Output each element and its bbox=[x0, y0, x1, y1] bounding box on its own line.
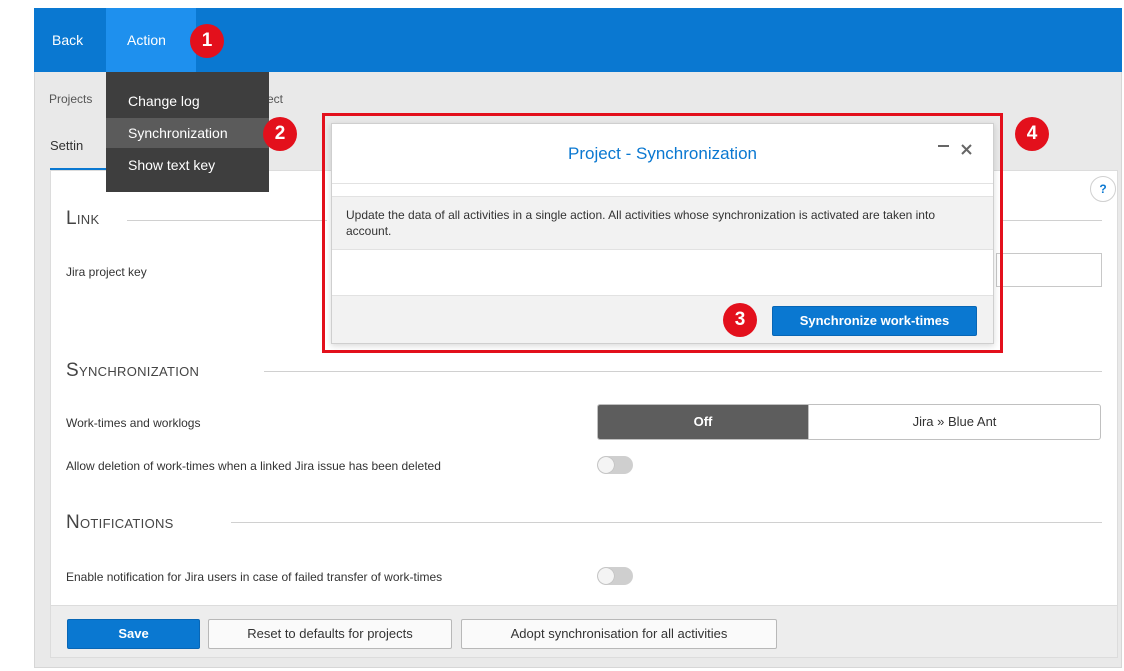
menu-item-change-log[interactable]: Change log bbox=[106, 86, 269, 116]
synchronize-worktimes-button[interactable]: Synchronize work-times bbox=[772, 306, 977, 336]
dialog-footer: Synchronize work-times bbox=[332, 295, 993, 343]
step-badge-2: 2 bbox=[263, 117, 297, 151]
back-button[interactable]: Back bbox=[52, 8, 83, 72]
close-icon[interactable] bbox=[959, 139, 975, 159]
allow-deletion-label: Allow deletion of work-times when a link… bbox=[66, 459, 441, 473]
step-badge-4: 4 bbox=[1015, 117, 1049, 151]
breadcrumb: Projects ect bbox=[49, 92, 283, 106]
toggle-knob bbox=[598, 568, 614, 584]
jira-project-key-input[interactable] bbox=[996, 253, 1102, 287]
section-divider-link-right bbox=[1000, 220, 1102, 221]
help-icon[interactable]: ? bbox=[1090, 176, 1116, 202]
enable-notification-toggle[interactable] bbox=[597, 567, 633, 585]
section-divider-link bbox=[127, 220, 327, 221]
jira-project-key-label: Jira project key bbox=[66, 265, 147, 279]
menu-item-synchronization[interactable]: Synchronization bbox=[106, 118, 269, 148]
sync-option-off[interactable]: Off bbox=[598, 405, 808, 439]
allow-deletion-toggle[interactable] bbox=[597, 456, 633, 474]
dialog-description: Update the data of all activities in a s… bbox=[332, 196, 993, 250]
step-badge-1: 1 bbox=[190, 24, 224, 58]
step-badge-3: 3 bbox=[723, 303, 757, 337]
action-dropdown-menu: Change log Synchronization Show text key bbox=[106, 72, 269, 192]
save-button[interactable]: Save bbox=[67, 619, 200, 649]
section-title-synchronization: Synchronization bbox=[66, 360, 200, 381]
section-title-notifications: Notifications bbox=[66, 512, 174, 533]
section-divider-notifications bbox=[231, 522, 1102, 523]
breadcrumb-current: ect bbox=[267, 92, 284, 106]
tab-settings[interactable]: Settin bbox=[50, 138, 83, 153]
minimize-icon[interactable] bbox=[937, 136, 951, 156]
reset-defaults-button[interactable]: Reset to defaults for projects bbox=[208, 619, 452, 649]
action-menu-button[interactable]: Action bbox=[106, 8, 196, 72]
worktimes-worklogs-label: Work-times and worklogs bbox=[66, 416, 201, 430]
section-title-link: Link bbox=[66, 208, 100, 229]
breadcrumb-projects[interactable]: Projects bbox=[49, 92, 92, 106]
sync-option-jira-blue-ant[interactable]: Jira » Blue Ant bbox=[808, 405, 1100, 439]
adopt-sync-all-button[interactable]: Adopt synchronisation for all activities bbox=[461, 619, 777, 649]
enable-notification-label: Enable notification for Jira users in ca… bbox=[66, 570, 443, 584]
menu-item-show-text-key[interactable]: Show text key bbox=[106, 150, 269, 180]
toggle-knob bbox=[598, 457, 614, 473]
section-divider-synchronization bbox=[264, 371, 1102, 372]
sync-direction-selector: Off Jira » Blue Ant bbox=[597, 404, 1101, 440]
sync-dialog: Project - Synchronization Update the dat… bbox=[331, 123, 994, 344]
dialog-title: Project - Synchronization bbox=[332, 124, 993, 184]
